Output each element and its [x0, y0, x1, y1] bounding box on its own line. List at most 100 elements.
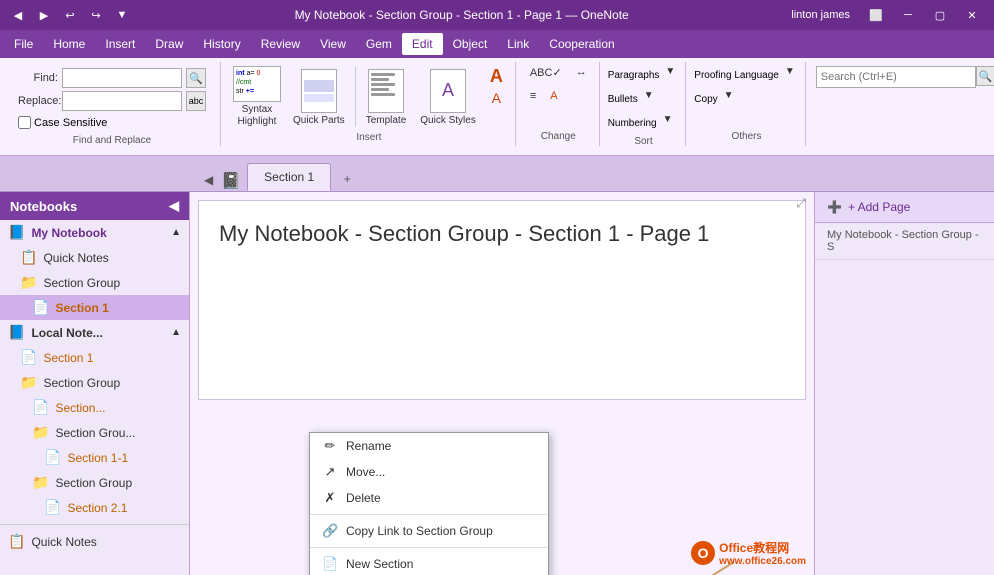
copy-link-icon: 🔗 [322, 523, 338, 539]
expand-btn[interactable]: ⤢ [796, 196, 806, 211]
ctx-copy-link[interactable]: 🔗 Copy Link to Section Group [310, 518, 548, 544]
section1-label: Section 1 [55, 301, 108, 315]
ctx-delete[interactable]: ✗ Delete [310, 485, 548, 511]
collapse-btn[interactable]: ▲ [171, 227, 181, 238]
search-btn[interactable]: 🔍 [976, 66, 994, 86]
paragraphs-dropdown[interactable]: ▼ [661, 64, 679, 86]
bullets-dropdown[interactable]: ▼ [640, 88, 658, 110]
close-btn[interactable]: ✕ [958, 5, 986, 25]
restore-btn[interactable]: ⬜ [862, 5, 890, 25]
section-21-label: Section 2.1 [67, 501, 127, 515]
tab-section1-label: Section 1 [264, 170, 314, 184]
back-btn[interactable]: ◀ [8, 5, 28, 25]
section-group2-label: Section Group [43, 376, 120, 390]
menu-home[interactable]: Home [43, 33, 95, 55]
quick-parts-btn[interactable]: Quick Parts [287, 64, 351, 130]
ribbon-group-sort: Paragraphs ▼ Bullets ▼ Numbering ▼ Sort [602, 62, 687, 146]
proofing-dropdown[interactable]: ▼ [781, 64, 799, 86]
minimize-btn[interactable]: ─ [894, 5, 922, 25]
bottom-logo: O Office教程网 www.office26.com [691, 539, 806, 567]
tab-add-btn[interactable]: + [335, 167, 359, 191]
sidebar-item-section-group3[interactable]: 📁 Section Grou... [0, 420, 189, 445]
section-group-icon4: 📁 [32, 474, 49, 491]
color-btn[interactable]: A [544, 88, 563, 110]
sidebar-item-section-1t[interactable]: 📄 Section 1-1 [0, 445, 189, 470]
maximize-btn[interactable]: ▢ [926, 5, 954, 25]
sidebar-item-quick-notes1[interactable]: 📋 Quick Notes [0, 245, 189, 270]
sidebar-item-section-group2[interactable]: 📁 Section Group [0, 370, 189, 395]
page-list-item-1[interactable]: My Notebook - Section Group - S [815, 223, 994, 260]
ribbon-divider [355, 67, 356, 127]
find-input[interactable] [62, 68, 182, 88]
redo-btn[interactable]: ↪ [86, 5, 106, 25]
copy-btn-ribbon[interactable]: ▼ [720, 88, 738, 110]
section-group3-label: Section Grou... [55, 426, 135, 440]
menu-review[interactable]: Review [251, 33, 310, 55]
sidebar-item-section-group1[interactable]: 📁 Section Group [0, 270, 189, 295]
forward-btn[interactable]: ▶ [34, 5, 54, 25]
syntax-highlight-btn[interactable]: int a=0 //cmt str+= SyntaxHighlight [229, 64, 285, 130]
replace-abc-btn[interactable]: abc [186, 91, 206, 111]
find-replace-group-label: Find and Replace [73, 133, 151, 148]
abc-check-btn[interactable]: ABC✓ [524, 64, 568, 86]
menu-object[interactable]: Object [443, 33, 498, 55]
section-group-icon2: 📁 [20, 374, 37, 391]
sidebar-item-section-local1[interactable]: 📄 Section 1 [0, 345, 189, 370]
menu-gem[interactable]: Gem [356, 33, 402, 55]
customize-btn[interactable]: ▼ [112, 5, 132, 25]
add-page-btn[interactable]: ➕ + Add Page [815, 192, 994, 223]
numbering-dropdown[interactable]: ▼ [659, 112, 677, 134]
sidebar-collapse-btn[interactable]: ◀ [169, 198, 179, 214]
copy-label: Copy [694, 94, 717, 105]
quick-styles-btn[interactable]: A Quick Styles [414, 64, 482, 130]
sidebar-item-local-notebook[interactable]: 📘 Local Note... ▲ [0, 320, 189, 345]
menu-draw[interactable]: Draw [145, 33, 193, 55]
local-collapse-btn[interactable]: ▲ [171, 327, 181, 338]
align-btn[interactable]: ≡ [524, 88, 542, 110]
ctx-new-section[interactable]: 📄 New Section [310, 551, 548, 575]
template-btn[interactable]: Template [360, 64, 413, 130]
ctx-rename[interactable]: ✏ Rename [310, 433, 548, 459]
font-size-btn[interactable]: A [484, 64, 509, 86]
sidebar-item-my-notebook[interactable]: 📘 My Notebook ▲ [0, 220, 189, 245]
ribbon-group-find-replace: Find: 🔍 Replace: abc Case Sensitive [4, 62, 221, 146]
menu-insert[interactable]: Insert [95, 33, 145, 55]
replace-label: Replace: [18, 95, 58, 107]
local-notebook-label: Local Note... [31, 326, 102, 340]
insert-group-label: Insert [356, 130, 381, 145]
search-input[interactable] [816, 66, 976, 88]
tab-section1[interactable]: Section 1 [247, 163, 331, 191]
title-bar-left: ◀ ▶ ↩ ↪ ▼ [8, 5, 132, 25]
menu-file[interactable]: File [4, 33, 43, 55]
find-search-btn[interactable]: 🔍 [186, 68, 206, 88]
find-label: Find: [18, 72, 58, 84]
menu-cooperation[interactable]: Cooperation [539, 33, 624, 55]
font-size-small-btn[interactable]: A [484, 88, 509, 110]
case-sensitive-label: Case Sensitive [34, 117, 107, 129]
undo-btn[interactable]: ↩ [60, 5, 80, 25]
change-btn[interactable]: ↔ [570, 64, 593, 86]
replace-input[interactable] [62, 91, 182, 111]
sidebar-item-section-group4[interactable]: 📁 Section Group [0, 470, 189, 495]
quick-notes1-label: Quick Notes [43, 251, 108, 265]
ctx-move[interactable]: ↗ Move... [310, 459, 548, 485]
sidebar-item-section-21[interactable]: 📄 Section 2.1 [0, 495, 189, 520]
my-notebook-label: My Notebook [31, 226, 106, 240]
sidebar-item-section-local2[interactable]: 📄 Section... [0, 395, 189, 420]
sidebar: Notebooks ◀ 📘 My Notebook ▲ 📋 Quick Note… [0, 192, 190, 575]
proofing-label: Proofing Language [694, 70, 779, 81]
page-list-label: My Notebook - Section Group - S [827, 229, 979, 253]
case-sensitive-checkbox[interactable] [18, 116, 31, 129]
section-local1-label: Section 1 [43, 351, 93, 365]
nav-notebook-icon[interactable]: 📓 [221, 171, 241, 191]
menu-link[interactable]: Link [497, 33, 539, 55]
menu-view[interactable]: View [310, 33, 356, 55]
menu-history[interactable]: History [193, 33, 250, 55]
ribbon: Find: 🔍 Replace: abc Case Sensitive [0, 58, 994, 156]
sidebar-item-quick-notes2[interactable]: 📋 Quick Notes [0, 529, 189, 554]
nav-back-btn[interactable]: ◀ [200, 169, 217, 191]
move-icon: ↗ [322, 464, 338, 480]
add-page-label: + Add Page [848, 200, 910, 214]
menu-edit[interactable]: Edit [402, 33, 443, 55]
sidebar-item-section1[interactable]: 📄 Section 1 [0, 295, 189, 320]
